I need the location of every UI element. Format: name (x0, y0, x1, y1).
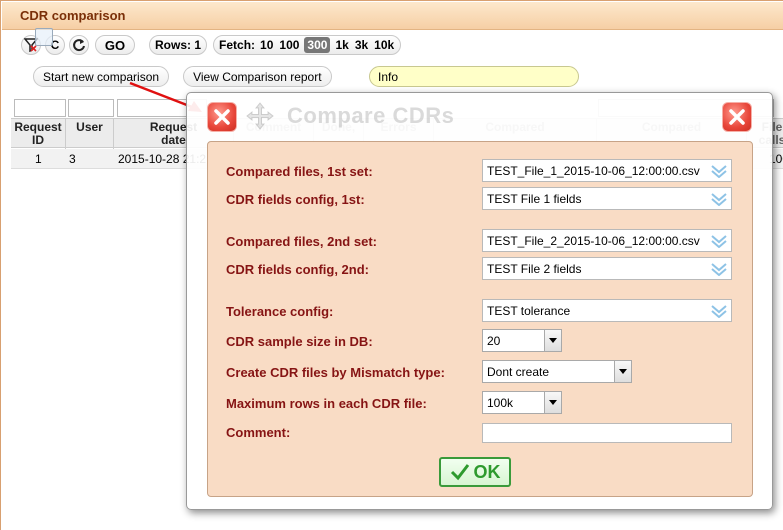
comment-label: Comment: (226, 425, 291, 440)
dropdown-arrow-icon (544, 330, 561, 351)
go-button[interactable]: GO (95, 35, 135, 55)
column-move-icon (35, 28, 53, 46)
chevron-down-icon (711, 193, 727, 206)
dialog-form: Compared files, 1st set: TEST_File_1_201… (207, 141, 753, 497)
window-title: CDR comparison (2, 2, 783, 30)
rows-value: 1 (194, 38, 202, 52)
fetch-label: Fetch: (219, 38, 256, 52)
comment-input[interactable] (482, 423, 732, 443)
mismatch-label: Create CDR files by Mismatch type: (226, 365, 445, 380)
fetch-selector: Fetch: 10 100 300 1k 3k 10k (213, 35, 402, 55)
mismatch-select[interactable]: Dont create (482, 360, 632, 383)
chevron-down-icon (711, 305, 727, 318)
dropdown-arrow-icon (614, 361, 631, 382)
filter-request-id[interactable] (14, 99, 66, 117)
close-button-right[interactable] (722, 102, 752, 132)
close-button-left[interactable] (207, 102, 237, 132)
config-1st-combo[interactable]: TEST File 1 fields (482, 187, 732, 210)
header-request-id[interactable]: Request ID (11, 119, 66, 149)
move-icon[interactable] (245, 101, 275, 131)
fetch-option-3k[interactable]: 3k (354, 38, 369, 52)
chevron-down-icon (711, 165, 727, 178)
config-2nd-label: CDR fields config, 2nd: (226, 262, 369, 277)
info-box: Info (369, 66, 579, 87)
rows-label: Rows: (155, 38, 191, 52)
fetch-option-10[interactable]: 10 (259, 38, 274, 52)
app-window: CDR comparison C GO Rows: 1 Fetch: 10 10… (0, 0, 783, 530)
files-2nd-label: Compared files, 2nd set: (226, 234, 377, 249)
config-1st-label: CDR fields config, 1st: (226, 192, 365, 207)
tolerance-label: Tolerance config: (226, 304, 334, 319)
max-rows-label: Maximum rows in each CDR file: (226, 396, 427, 411)
dialog-title: Compare CDRs (287, 103, 455, 128)
fetch-option-10k[interactable]: 10k (373, 38, 395, 52)
sample-size-select[interactable]: 20 (482, 329, 562, 352)
compare-cdrs-dialog: Compare CDRs Compared files, 1st set: TE… (186, 92, 773, 510)
header-user[interactable]: User (66, 119, 114, 149)
dropdown-arrow-icon (544, 392, 561, 413)
refresh-icon (73, 39, 85, 52)
ok-button[interactable]: OK (439, 457, 511, 487)
chevron-down-icon (711, 263, 727, 276)
toolbar: C GO Rows: 1 Fetch: 10 100 300 1k 3k 10k (21, 34, 402, 56)
fetch-option-100[interactable]: 100 (278, 38, 300, 52)
checkmark-icon (450, 464, 469, 481)
cell-user: 3 (69, 152, 76, 166)
files-2nd-combo[interactable]: TEST_File_2_2015-10-06_12:00:00.csv (482, 229, 732, 252)
sample-size-label: CDR sample size in DB: (226, 334, 373, 349)
max-rows-select[interactable]: 100k (482, 391, 562, 414)
tolerance-combo[interactable]: TEST tolerance (482, 299, 732, 322)
refresh-button[interactable] (69, 35, 89, 55)
close-icon (214, 109, 230, 125)
fetch-option-300[interactable]: 300 (304, 37, 331, 53)
filter-user[interactable] (68, 99, 114, 117)
files-1st-combo[interactable]: TEST_File_1_2015-10-06_12:00:00.csv (482, 159, 732, 182)
fetch-option-1k[interactable]: 1k (334, 38, 349, 52)
rows-counter: Rows: 1 (149, 35, 208, 55)
config-2nd-combo[interactable]: TEST File 2 fields (482, 257, 732, 280)
files-1st-label: Compared files, 1st set: (226, 164, 373, 179)
chevron-down-icon (711, 235, 727, 248)
cell-request-id: 1 (35, 152, 42, 166)
close-icon (729, 109, 745, 125)
